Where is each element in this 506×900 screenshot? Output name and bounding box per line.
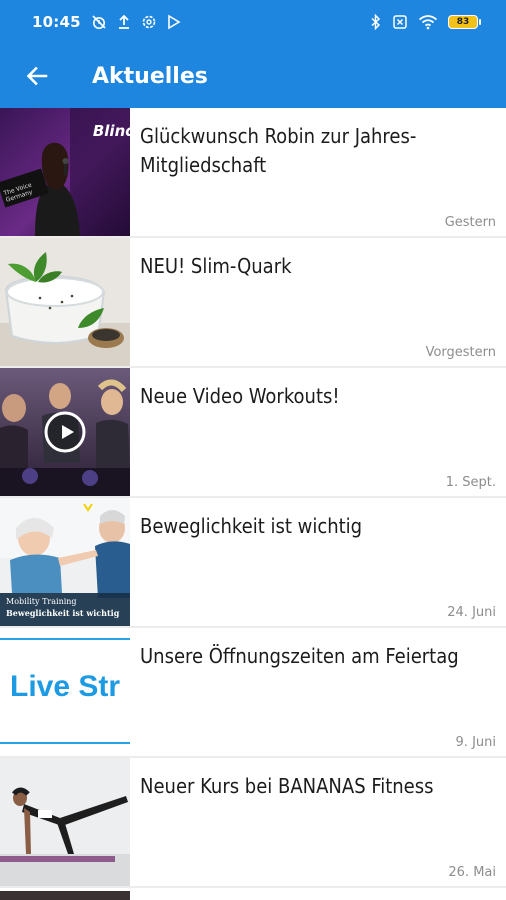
news-item[interactable]: NEU! Slim-Quark Vorgestern	[0, 238, 506, 368]
status-bar: 10:45 83	[0, 0, 506, 44]
news-thumbnail-partial	[0, 891, 130, 900]
thumb-subcaption: Beweglichkeit ist wichtig	[6, 608, 120, 618]
news-title: NEU! Slim-Quark	[140, 254, 292, 278]
toolbar: Aktuelles	[0, 44, 506, 108]
back-button[interactable]	[0, 44, 74, 108]
news-item[interactable]: Blind The Voice Germany Glückwunsch Robi…	[0, 108, 506, 238]
play-store-icon	[167, 14, 181, 30]
sim-off-icon	[393, 15, 407, 29]
wifi-icon	[418, 15, 438, 30]
news-title: Neue Video Workouts!	[140, 384, 340, 408]
battery-indicator: 83	[448, 15, 481, 29]
news-date: 24. Juni	[447, 605, 496, 620]
play-icon[interactable]	[57, 422, 77, 442]
status-time: 10:45	[32, 13, 81, 31]
settings-icon	[142, 15, 156, 29]
news-title: Unsere Öffnungszeiten am Feiertag	[140, 644, 459, 668]
news-thumbnail: Blind The Voice Germany	[0, 108, 130, 236]
news-title: Glückwunsch Robin zur Jahres-Mitgliedsch…	[140, 124, 417, 177]
news-title: Neuer Kurs bei BANANAS Fitness	[140, 774, 434, 798]
thumb-caption: Live Str	[10, 670, 121, 703]
app-bar: 10:45 83 Aktuelles	[0, 0, 506, 108]
bluetooth-icon	[371, 14, 381, 30]
news-item[interactable]: Neuer Kurs bei BANANAS Fitness 26. Mai	[0, 758, 506, 888]
news-date: 1. Sept.	[445, 475, 496, 490]
upload-icon	[118, 14, 129, 29]
news-date: 26. Mai	[448, 865, 496, 880]
news-thumbnail	[0, 758, 130, 886]
news-date: Vorgestern	[425, 345, 496, 360]
news-title: Beweglichkeit ist wichtig	[140, 514, 363, 538]
page-title: Aktuelles	[92, 63, 208, 89]
news-thumbnail: Mobility Training Beweglichkeit ist wich…	[0, 498, 130, 626]
thumb-caption: Mobility Training	[6, 597, 77, 606]
news-item[interactable]: Mobility Training Beweglichkeit ist wich…	[0, 498, 506, 628]
thumb-caption: Blind	[92, 122, 130, 140]
news-item[interactable]: Neue Video Workouts! 1. Sept.	[0, 368, 506, 498]
news-thumbnail: Live Str	[0, 628, 130, 756]
battery-level: 83	[456, 17, 470, 27]
news-date: 9. Juni	[455, 735, 496, 750]
news-list: Blind The Voice Germany Glückwunsch Robi…	[0, 108, 506, 888]
news-thumbnail	[0, 238, 130, 366]
news-item[interactable]: Live Str Unsere Öffnungszeiten am Feiert…	[0, 628, 506, 758]
news-thumbnail	[0, 368, 130, 496]
arrow-left-icon	[26, 66, 48, 86]
news-date: Gestern	[444, 215, 496, 230]
alarm-off-icon	[92, 15, 106, 29]
